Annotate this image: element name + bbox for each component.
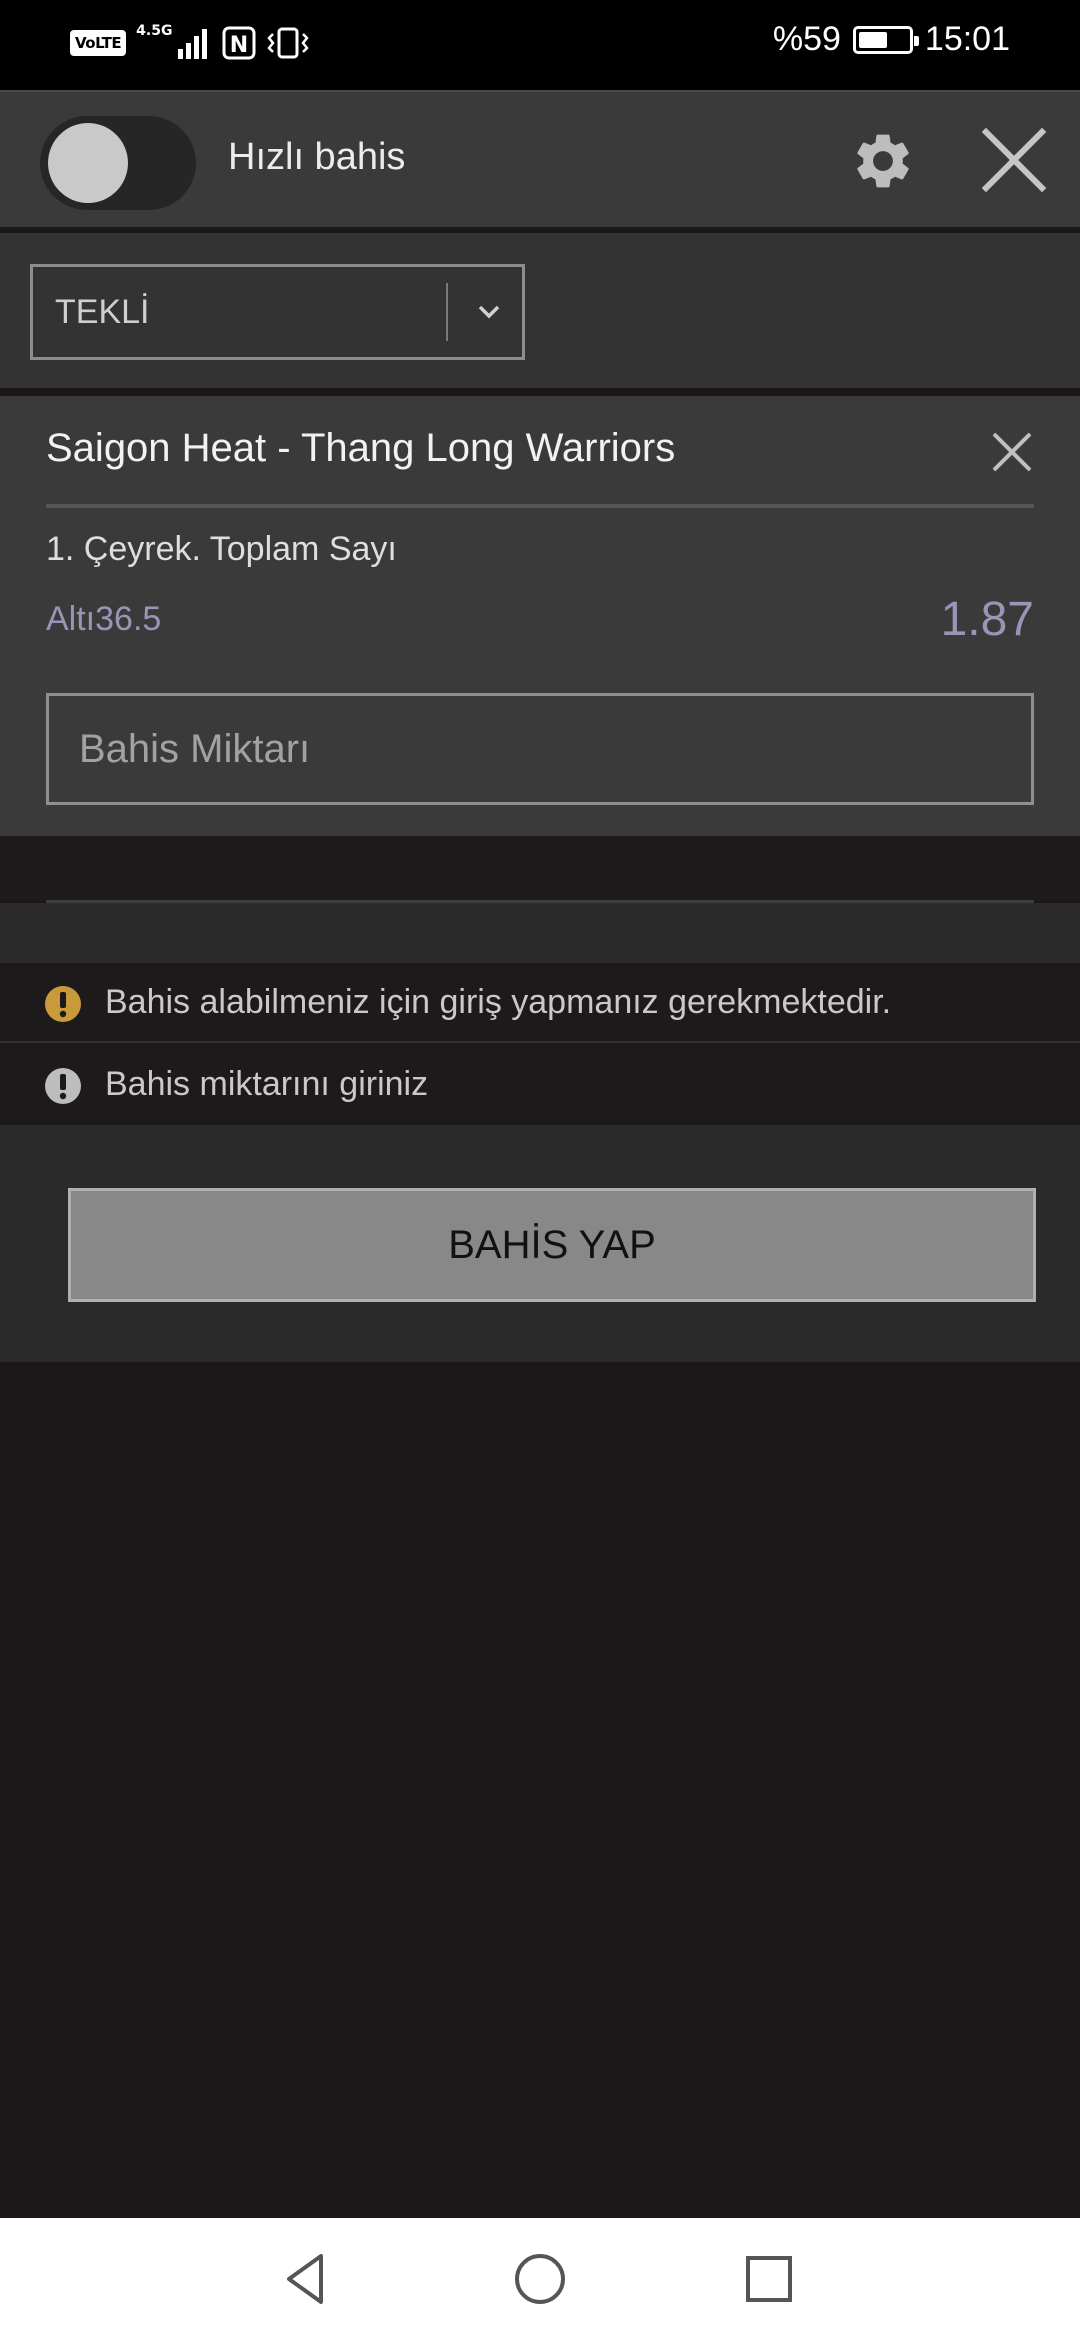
- status-right-group: %59 15:01: [773, 20, 1010, 59]
- stake-required-message: Bahis miktarını giriniz: [0, 1045, 1080, 1125]
- battery-fill: [858, 31, 888, 48]
- status-bar: VoLTE 4.5G N %59 15:01: [0, 0, 1080, 90]
- spacer-divider: [46, 900, 1034, 903]
- home-icon[interactable]: [509, 2248, 571, 2310]
- match-title: Saigon Heat - Thang Long Warriors: [46, 426, 676, 470]
- toggle-knob: [48, 123, 128, 203]
- betslip-header: Hızlı bahis: [0, 90, 1080, 230]
- stake-input[interactable]: [46, 693, 1034, 805]
- bet-type-row: TEKLİ: [0, 233, 1080, 388]
- battery-icon: [852, 25, 919, 54]
- spacer-band-mid: [0, 903, 1080, 963]
- place-bet-button[interactable]: BAHİS YAP: [68, 1188, 1036, 1302]
- recent-apps-icon[interactable]: [738, 2248, 800, 2310]
- quick-bet-label: Hızlı bahis: [228, 136, 406, 178]
- network-type: 4.5G: [136, 23, 173, 39]
- bet-type-select[interactable]: TEKLİ: [30, 264, 525, 360]
- clock: 15:01: [924, 20, 1010, 58]
- section-separator: [0, 388, 1080, 396]
- bet-card: Saigon Heat - Thang Long Warriors 1. Çey…: [0, 396, 1080, 836]
- action-area: BAHİS YAP: [0, 1125, 1080, 1362]
- bet-type-selected: TEKLİ: [55, 293, 150, 331]
- message-text: Bahis alabilmeniz için giriş yapmanız ge…: [105, 983, 892, 1021]
- login-required-message: Bahis alabilmeniz için giriş yapmanız ge…: [0, 963, 1080, 1043]
- back-icon[interactable]: [277, 2248, 339, 2310]
- signal-icon: [178, 29, 208, 59]
- gear-icon[interactable]: [850, 128, 916, 194]
- volte-badge: VoLTE: [70, 30, 127, 56]
- message-text: Bahis miktarını giriniz: [105, 1065, 429, 1103]
- card-divider: [46, 504, 1034, 508]
- market-name: 1. Çeyrek. Toplam Sayı: [46, 530, 397, 568]
- battery-percent: %59: [772, 20, 841, 58]
- close-icon[interactable]: [980, 126, 1048, 194]
- spacer-band: [0, 836, 1080, 900]
- status-left-group: VoLTE 4.5G N: [70, 23, 310, 60]
- nfc-letter: N: [230, 33, 248, 58]
- warning-icon: [45, 986, 81, 1022]
- select-divider: [446, 283, 448, 341]
- nfc-icon: N: [222, 26, 256, 60]
- odds-value: 1.87: [940, 593, 1034, 646]
- selection-name: Altı36.5: [46, 600, 162, 638]
- quick-bet-toggle[interactable]: [40, 116, 196, 210]
- system-nav-bar: [0, 2218, 1080, 2340]
- info-exclamation-icon: [45, 1068, 81, 1104]
- remove-bet-close-icon[interactable]: [990, 430, 1034, 474]
- chevron-down-icon: [478, 305, 500, 319]
- vibrate-icon: [267, 27, 310, 59]
